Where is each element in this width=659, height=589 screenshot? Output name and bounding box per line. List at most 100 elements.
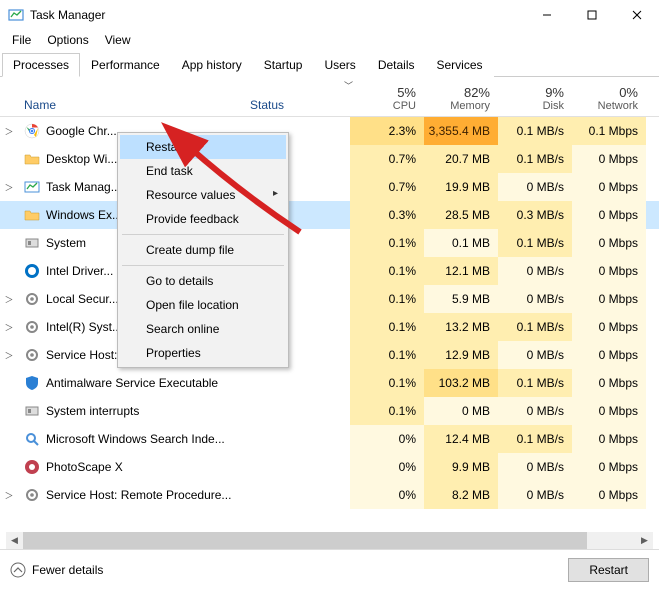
process-list: ＞Google Chr...2.3%3,355.4 MB0.1 MB/s0.1 … <box>0 117 659 509</box>
cell-memory: 103.2 MB <box>424 369 498 397</box>
process-row[interactable]: ＞Service Host: UtcSvc0.1%12.9 MB0 MB/s0 … <box>0 341 659 369</box>
system-icon <box>24 235 40 251</box>
process-row[interactable]: ＞Service Host: Remote Procedure...0%8.2 … <box>0 481 659 509</box>
cell-memory: 12.9 MB <box>424 341 498 369</box>
process-row[interactable]: Intel Driver...0.1%12.1 MB0 MB/s0 Mbps <box>0 257 659 285</box>
close-button[interactable] <box>614 0 659 30</box>
window-title: Task Manager <box>30 8 105 22</box>
scroll-thumb[interactable] <box>23 532 587 549</box>
horizontal-scrollbar[interactable]: ◀ ▶ <box>6 532 653 549</box>
chevron-up-circle-icon <box>10 562 26 578</box>
cell-memory: 0.1 MB <box>424 229 498 257</box>
header-cpu-pct: 5% <box>397 85 416 100</box>
scroll-track[interactable] <box>23 532 636 549</box>
cell-network: 0.1 Mbps <box>572 117 646 145</box>
expand-toggle[interactable]: ＞ <box>0 489 18 502</box>
context-menu-separator <box>122 265 284 266</box>
expand-toggle[interactable]: ＞ <box>0 181 18 194</box>
cell-disk: 0 MB/s <box>498 341 572 369</box>
cell-disk: 0.1 MB/s <box>498 117 572 145</box>
cell-disk: 0 MB/s <box>498 481 572 509</box>
process-row[interactable]: ＞Local Secur...0.1%5.9 MB0 MB/s0 Mbps <box>0 285 659 313</box>
context-menu-item-search-online[interactable]: Search online <box>120 317 286 341</box>
cell-cpu: 0.1% <box>350 229 424 257</box>
minimize-button[interactable] <box>524 0 569 30</box>
tab-processes[interactable]: Processes <box>2 53 80 77</box>
cell-network: 0 Mbps <box>572 341 646 369</box>
menu-file[interactable]: File <box>4 31 39 49</box>
cell-disk: 0 MB/s <box>498 173 572 201</box>
process-name: Microsoft Windows Search Inde... <box>46 432 250 446</box>
process-row[interactable]: Desktop Wi...0.7%20.7 MB0.1 MB/s0 Mbps <box>0 145 659 173</box>
process-row[interactable]: Windows Ex...0.3%28.5 MB0.3 MB/s0 Mbps <box>0 201 659 229</box>
tab-startup[interactable]: Startup <box>253 53 314 77</box>
gear-icon <box>24 487 40 503</box>
context-menu-item-restart[interactable]: Restart <box>120 135 286 159</box>
process-row[interactable]: Microsoft Windows Search Inde... 0%12.4 M… <box>0 425 659 453</box>
context-menu-item-create-dump-file[interactable]: Create dump file <box>120 238 286 262</box>
header-cpu-label: CPU <box>393 100 416 112</box>
cell-network: 0 Mbps <box>572 425 646 453</box>
expand-toggle[interactable]: ＞ <box>0 293 18 306</box>
tab-details[interactable]: Details <box>367 53 426 77</box>
restart-button[interactable]: Restart <box>568 558 649 582</box>
context-menu-item-go-to-details[interactable]: Go to details <box>120 269 286 293</box>
tab-users[interactable]: Users <box>313 53 366 77</box>
header-cpu[interactable]: ﹀ 5% CPU <box>350 77 424 112</box>
sort-chevron-down-icon: ﹀ <box>344 79 353 92</box>
cell-disk: 0.1 MB/s <box>498 425 572 453</box>
header-memory[interactable]: 82% Memory <box>424 77 498 112</box>
chrome-icon <box>24 123 40 139</box>
cell-disk: 0 MB/s <box>498 285 572 313</box>
cell-network: 0 Mbps <box>572 201 646 229</box>
scroll-right-button[interactable]: ▶ <box>636 532 653 549</box>
expand-toggle[interactable]: ＞ <box>0 125 18 138</box>
cell-memory: 0 MB <box>424 397 498 425</box>
context-menu-item-open-file-location[interactable]: Open file location <box>120 293 286 317</box>
expand-toggle[interactable]: ＞ <box>0 349 18 362</box>
process-row[interactable]: ＞Google Chr...2.3%3,355.4 MB0.1 MB/s0.1 … <box>0 117 659 145</box>
fewer-details-toggle[interactable]: Fewer details <box>10 562 103 578</box>
tab-services[interactable]: Services <box>426 53 494 77</box>
context-menu-item-properties[interactable]: Properties <box>120 341 286 365</box>
cell-cpu: 0% <box>350 425 424 453</box>
tab-performance[interactable]: Performance <box>80 53 171 77</box>
process-name: System interrupts <box>46 404 250 418</box>
context-menu-item-resource-values[interactable]: Resource values <box>120 183 286 207</box>
header-disk[interactable]: 9% Disk <box>498 77 572 112</box>
tab-strip: Processes Performance App history Startu… <box>0 52 659 77</box>
process-row[interactable]: ＞Task Manag...0.7%19.9 MB0 MB/s0 Mbps <box>0 173 659 201</box>
cell-cpu: 0.1% <box>350 397 424 425</box>
context-menu-item-provide-feedback[interactable]: Provide feedback <box>120 207 286 231</box>
process-row[interactable]: System0.1%0.1 MB0.1 MB/s0 Mbps <box>0 229 659 257</box>
cell-disk: 0.1 MB/s <box>498 313 572 341</box>
process-name: PhotoScape X <box>46 460 250 474</box>
header-network-pct: 0% <box>619 85 638 100</box>
cell-memory: 12.1 MB <box>424 257 498 285</box>
header-status[interactable]: Status <box>250 98 350 112</box>
cell-network: 0 Mbps <box>572 173 646 201</box>
menu-view[interactable]: View <box>97 31 139 49</box>
cell-cpu: 2.3% <box>350 117 424 145</box>
shield-icon <box>24 375 40 391</box>
context-menu-item-end-task[interactable]: End task <box>120 159 286 183</box>
column-headers: Name Status ﹀ 5% CPU 82% Memory 9% Disk … <box>0 77 659 117</box>
header-network[interactable]: 0% Network <box>572 77 646 112</box>
menu-options[interactable]: Options <box>39 31 96 49</box>
cell-disk: 0.1 MB/s <box>498 229 572 257</box>
header-disk-pct: 9% <box>545 85 564 100</box>
process-row[interactable]: PhotoScape X0%9.9 MB0 MB/s0 Mbps <box>0 453 659 481</box>
cell-memory: 13.2 MB <box>424 313 498 341</box>
header-name[interactable]: Name <box>18 98 250 112</box>
header-memory-pct: 82% <box>464 85 490 100</box>
process-row[interactable]: System interrupts0.1%0 MB0 MB/s0 Mbps <box>0 397 659 425</box>
maximize-button[interactable] <box>569 0 614 30</box>
cell-disk: 0 MB/s <box>498 397 572 425</box>
cell-memory: 12.4 MB <box>424 425 498 453</box>
tab-app-history[interactable]: App history <box>171 53 253 77</box>
system-icon <box>24 403 40 419</box>
expand-toggle[interactable]: ＞ <box>0 321 18 334</box>
scroll-left-button[interactable]: ◀ <box>6 532 23 549</box>
process-row[interactable]: ＞Intel(R) Syst...0.1%13.2 MB0.1 MB/s0 Mb… <box>0 313 659 341</box>
process-row[interactable]: Antimalware Service Executable0.1%103.2 … <box>0 369 659 397</box>
